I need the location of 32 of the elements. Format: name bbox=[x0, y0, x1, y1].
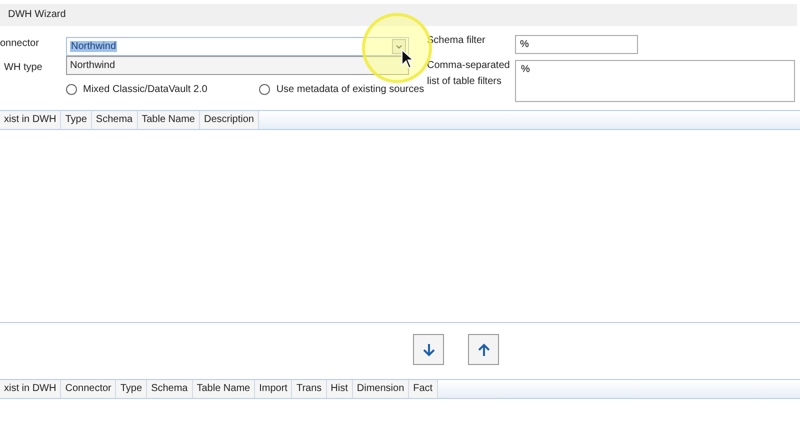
radio-option[interactable]: Mixed Classic/DataVault 2.0 bbox=[66, 84, 208, 95]
field-label: WH type bbox=[4, 62, 42, 73]
field-label: onnector bbox=[0, 38, 40, 49]
column-header[interactable]: Connector bbox=[61, 380, 116, 398]
column-header[interactable]: Dimension bbox=[352, 380, 410, 398]
column-header[interactable]: xist in DWH bbox=[0, 111, 62, 129]
column-header[interactable]: Trans bbox=[292, 380, 327, 398]
dropdown-option[interactable]: Northwind bbox=[66, 56, 409, 75]
column-header[interactable]: Table Name bbox=[192, 380, 256, 398]
column-header[interactable]: Description bbox=[200, 111, 259, 129]
radio-button[interactable] bbox=[66, 84, 77, 95]
column-header[interactable]: Type bbox=[61, 111, 92, 129]
column-header[interactable]: Hist bbox=[326, 380, 353, 398]
table-filters-field[interactable]: % bbox=[515, 60, 795, 102]
column-header[interactable]: Table Name bbox=[138, 111, 200, 129]
connector-dropdown[interactable]: Northwind bbox=[66, 37, 409, 56]
arrow-down-icon bbox=[420, 342, 436, 358]
column-header[interactable]: xist in DWH bbox=[0, 380, 62, 398]
move-up-button[interactable] bbox=[468, 334, 499, 365]
schema-filter-field[interactable]: % bbox=[515, 35, 638, 54]
window-title: DWH Wizard bbox=[0, 4, 797, 26]
column-header[interactable]: Import bbox=[255, 380, 292, 398]
column-header[interactable]: Fact bbox=[409, 380, 438, 398]
move-down-button[interactable] bbox=[413, 334, 444, 365]
radio-option[interactable]: Use metadata of existing sources bbox=[259, 84, 424, 95]
field-label: Comma-separated list of table filters bbox=[427, 59, 511, 89]
column-header[interactable]: Schema bbox=[92, 111, 138, 129]
radio-button[interactable] bbox=[259, 84, 270, 95]
arrow-up-icon bbox=[476, 342, 492, 358]
column-header[interactable]: Type bbox=[116, 380, 148, 398]
column-header[interactable]: Schema bbox=[147, 380, 193, 398]
mouse-pointer-icon bbox=[401, 49, 414, 69]
